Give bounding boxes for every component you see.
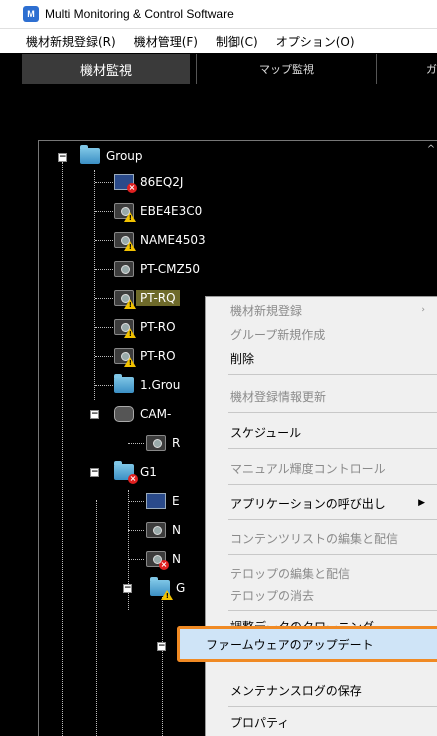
tree-node[interactable]: PT-CMZ50: [114, 259, 200, 279]
ctx-call-application[interactable]: アプリケーションの呼び出し ▶: [206, 492, 437, 514]
tab-map-monitor[interactable]: マップ監視: [196, 54, 376, 84]
projector-icon: [146, 522, 166, 538]
ctx-save-maintenance-log[interactable]: メンテナンスログの保存: [206, 679, 437, 701]
ctx-delete[interactable]: 削除: [206, 347, 437, 369]
ctx-firmware-update[interactable]: ファームウェアのアップデート: [177, 626, 437, 662]
menu-register[interactable]: 機材新規登録(R): [0, 33, 125, 50]
tab-third[interactable]: ガ: [376, 54, 437, 84]
tree-node[interactable]: N: [146, 520, 181, 540]
projector-icon: [146, 435, 166, 451]
submenu-arrow-icon: ▶: [418, 498, 425, 508]
tree-node[interactable]: × N: [146, 549, 181, 570]
tree-line: [96, 500, 97, 736]
projector-icon: [114, 261, 134, 277]
tree-node[interactable]: E: [146, 491, 180, 511]
tab-bar: 機材監視 マップ監視 ガ: [0, 53, 437, 85]
folder-icon: [80, 145, 100, 164]
ctx-separator: [228, 448, 437, 449]
collapse-toggle[interactable]: −: [90, 468, 99, 477]
tree-node[interactable]: CAM-: [114, 404, 171, 424]
tree-node[interactable]: ! G: [150, 577, 185, 600]
projector-icon: !: [114, 203, 136, 222]
camera-icon: [114, 406, 134, 422]
error-icon: ×: [128, 474, 138, 484]
error-icon: ×: [127, 183, 137, 193]
ctx-properties[interactable]: プロパティ: [206, 711, 437, 733]
ctx-separator: [228, 554, 437, 555]
tree-node[interactable]: × 86EQ2J: [114, 172, 183, 193]
ctx-new-group[interactable]: グループ新規作成: [206, 323, 437, 345]
collapse-toggle[interactable]: −: [157, 642, 166, 651]
app-logo-icon: M: [23, 6, 39, 22]
folder-icon: [114, 374, 134, 393]
ctx-separator: [228, 610, 437, 611]
ctx-register-equipment[interactable]: 機材新規登録 ›: [206, 299, 437, 321]
ctx-update-registration[interactable]: 機材登録情報更新: [206, 385, 437, 407]
collapse-toggle-group[interactable]: −: [58, 153, 67, 162]
projector-icon: !: [114, 232, 136, 251]
tree-node[interactable]: ! NAME4503: [114, 230, 206, 251]
ctx-separator: [228, 412, 437, 413]
collapse-toggle[interactable]: −: [123, 584, 132, 593]
tree-node[interactable]: ! PT-RO: [114, 317, 176, 338]
monitor-icon: ×: [114, 174, 137, 193]
tree-node[interactable]: ! PT-RO: [114, 346, 176, 367]
menu-equipment[interactable]: 機材管理(F): [125, 33, 207, 50]
tree-line: [94, 170, 95, 400]
tree-node[interactable]: ! EBE4E3C0: [114, 201, 202, 222]
tree-node[interactable]: 1.Grou: [114, 374, 180, 395]
folder-icon: ×: [114, 461, 138, 484]
error-icon: ×: [159, 560, 169, 570]
ctx-manual-brightness[interactable]: マニュアル輝度コントロール: [206, 457, 437, 479]
tree-line: [162, 590, 163, 736]
tree-line: [62, 162, 63, 736]
tree-node-selected[interactable]: ! PT-RQ: [114, 288, 180, 309]
collapse-toggle[interactable]: −: [90, 410, 99, 419]
monitor-icon: [146, 493, 166, 509]
projector-icon: !: [114, 290, 136, 309]
ctx-telop-clear[interactable]: テロップの消去: [206, 584, 437, 606]
ctx-schedule[interactable]: スケジュール: [206, 421, 437, 443]
menu-options[interactable]: オプション(O): [267, 33, 364, 50]
projector-icon: !: [114, 348, 136, 367]
tree-node[interactable]: × G1: [114, 461, 157, 484]
ctx-separator: [228, 706, 437, 707]
ctx-firmware-update-label: ファームウェアのアップデート: [206, 638, 374, 652]
scroll-up-icon[interactable]: ^: [425, 143, 437, 157]
menu-bar: 機材新規登録(R) 機材管理(F) 制御(C) オプション(O): [0, 29, 437, 53]
submenu-arrow-icon: ›: [421, 305, 425, 315]
window-title: Multi Monitoring & Control Software: [45, 7, 234, 21]
projector-icon: !: [114, 319, 136, 338]
context-menu: 機材新規登録 › グループ新規作成 削除 機材登録情報更新 スケジュール マニュア…: [205, 296, 437, 736]
folder-icon: !: [150, 577, 173, 600]
projector-icon: ×: [146, 551, 169, 570]
tree-node[interactable]: R: [146, 433, 180, 453]
ctx-content-list[interactable]: コンテンツリストの編集と配信: [206, 527, 437, 549]
ctx-separator: [228, 484, 437, 485]
tab-equipment-monitor[interactable]: 機材監視: [22, 54, 190, 84]
title-bar: M Multi Monitoring & Control Software: [0, 0, 437, 29]
ctx-separator: [228, 374, 437, 375]
tree-node-group[interactable]: Group: [80, 145, 143, 166]
ctx-telop-edit[interactable]: テロップの編集と配信: [206, 562, 437, 584]
menu-control[interactable]: 制御(C): [207, 33, 267, 50]
ctx-separator: [228, 519, 437, 520]
